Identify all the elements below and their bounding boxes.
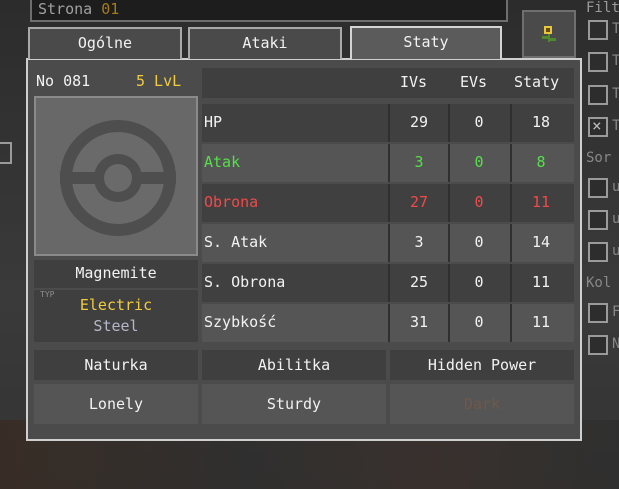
column-divider	[388, 304, 390, 342]
type-secondary: Steel	[93, 317, 139, 335]
header-evs: EVs	[460, 73, 488, 91]
ability-label: Abilitka	[202, 350, 386, 380]
tab-stats[interactable]: Staty	[350, 26, 502, 59]
pokemon-types: TYP Electric Steel	[34, 290, 198, 342]
column-divider	[388, 184, 390, 222]
stat-ev: 0	[474, 273, 484, 291]
type-primary: Electric	[79, 296, 153, 314]
filter-checkbox-1-label: T	[612, 21, 619, 37]
column-divider	[388, 144, 390, 182]
stat-name: Atak	[204, 153, 241, 171]
color-checkbox-2[interactable]	[588, 335, 608, 355]
held-item-slot[interactable]	[522, 10, 576, 58]
page-search-field[interactable]: Strona 01	[30, 0, 508, 22]
tab-general[interactable]: Ogólne	[28, 27, 182, 59]
stat-row: Atak 3 0 8	[202, 144, 574, 182]
color-checkbox-2-label: N	[612, 336, 619, 352]
page-label: Strona 01	[38, 0, 119, 18]
stat-name: Szybkość	[204, 313, 277, 331]
filter-checkbox-3-label: T	[612, 86, 619, 102]
stats-header-row: IVs EVs Staty	[202, 68, 574, 98]
ability-value: Sturdy	[202, 384, 386, 424]
stat-iv: 3	[414, 153, 424, 171]
column-divider	[510, 144, 512, 182]
pokemon-level: 5 LvL	[136, 72, 182, 90]
hidden-power-label: Hidden Power	[390, 350, 574, 380]
column-divider	[448, 304, 450, 342]
filter-checkbox-4[interactable]: ×	[588, 116, 608, 137]
column-divider	[510, 304, 512, 342]
stat-name: Obrona	[204, 193, 259, 211]
color-checkbox-1[interactable]	[588, 303, 608, 323]
stat-total: 18	[531, 113, 551, 131]
column-divider	[510, 104, 512, 142]
stat-iv: 27	[409, 193, 429, 211]
stat-row: S. Obrona 25 0 11	[202, 264, 574, 302]
pokedex-number: No 081	[36, 72, 91, 90]
stat-ev: 0	[474, 113, 484, 131]
column-divider	[388, 104, 390, 142]
column-divider	[448, 104, 450, 142]
stat-total: 14	[531, 233, 551, 251]
hidden-power-value: Dark	[390, 384, 574, 424]
color-checkbox-1-label: F	[612, 304, 619, 320]
pokemon-header: No 081 5 LvL	[36, 68, 196, 96]
filter-checkbox-4-label: T	[612, 118, 619, 134]
column-divider	[510, 184, 512, 222]
column-divider	[388, 264, 390, 302]
stat-row: HP 29 0 18	[202, 104, 574, 142]
page-label-text: Strona	[38, 0, 93, 18]
stat-ev: 0	[474, 233, 484, 251]
stat-ev: 0	[474, 193, 484, 211]
stat-iv: 31	[409, 313, 429, 331]
pokemon-portrait	[34, 96, 198, 256]
stat-row: Szybkość 31 0 11	[202, 304, 574, 342]
column-divider	[388, 224, 390, 262]
filter-checkbox-3[interactable]	[588, 85, 608, 105]
header-ivs: IVs	[400, 73, 428, 91]
nature-value: Lonely	[34, 384, 198, 424]
sort-checkbox-3-label: u	[612, 243, 619, 259]
column-divider	[448, 264, 450, 302]
page-number: 01	[101, 0, 120, 18]
nature-label: Naturka	[34, 350, 198, 380]
sort-checkbox-2[interactable]	[588, 210, 608, 230]
tab-attacks[interactable]: Ataki	[188, 27, 342, 59]
stat-row: S. Atak 3 0 14	[202, 224, 574, 262]
column-divider	[448, 144, 450, 182]
stat-ev: 0	[474, 153, 484, 171]
sort-checkbox-3[interactable]	[588, 242, 608, 262]
stat-total: 8	[536, 153, 546, 171]
stat-iv: 3	[414, 233, 424, 251]
stat-row: Obrona 27 0 11	[202, 184, 574, 222]
sort-heading: Sor	[586, 150, 612, 166]
filter-checkbox-2[interactable]	[588, 52, 608, 72]
column-divider	[448, 184, 450, 222]
pokeball-icon	[60, 120, 176, 236]
filter-checkbox-1[interactable]	[588, 20, 608, 40]
stat-iv: 25	[409, 273, 429, 291]
stat-total: 11	[531, 273, 551, 291]
pokemon-name: Magnemite	[34, 260, 198, 288]
stat-ev: 0	[474, 313, 484, 331]
column-divider	[510, 264, 512, 302]
sort-checkbox-1[interactable]	[588, 178, 608, 198]
stat-name: S. Obrona	[204, 273, 286, 291]
sort-checkbox-2-label: u	[612, 211, 619, 227]
stat-name: S. Atak	[204, 233, 268, 251]
sort-checkbox-1-label: u	[612, 179, 619, 195]
left-edge-checkbox[interactable]	[0, 142, 12, 164]
checkmark-icon: ×	[592, 116, 602, 135]
filter-heading: Filt	[586, 0, 619, 16]
filter-checkbox-2-label: T	[612, 53, 619, 69]
stat-name: HP	[204, 113, 223, 131]
sunflower-icon	[542, 26, 556, 42]
stat-iv: 29	[409, 113, 429, 131]
header-stats: Staty	[514, 73, 560, 91]
stat-total: 11	[531, 313, 551, 331]
stat-total: 11	[531, 193, 551, 211]
column-divider	[448, 224, 450, 262]
column-divider	[510, 224, 512, 262]
color-heading: Kol	[586, 275, 612, 291]
